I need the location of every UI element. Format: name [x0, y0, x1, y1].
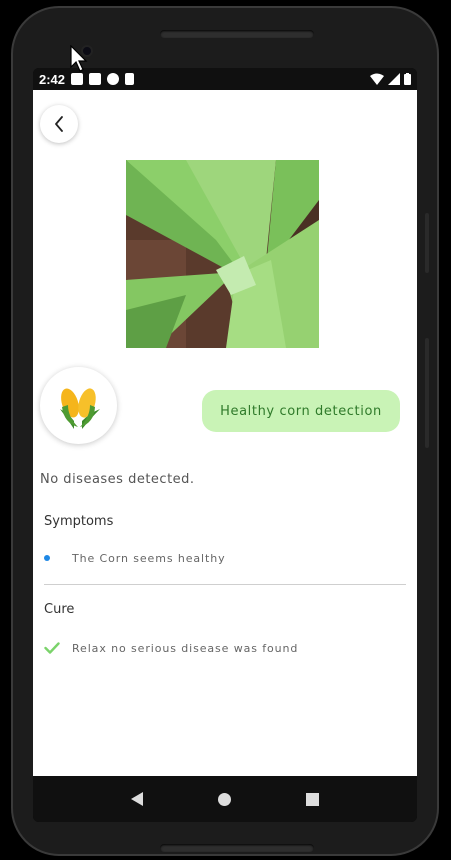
notification-icon	[71, 73, 84, 85]
cure-text: Relax no serious disease was found	[72, 642, 299, 655]
bottom-speaker	[160, 844, 314, 852]
status-bar: 2:42	[33, 68, 417, 90]
nav-home-icon[interactable]	[217, 792, 231, 806]
power-button	[425, 338, 429, 448]
earpiece-speaker	[160, 30, 314, 38]
volume-button	[425, 213, 429, 273]
signal-icon	[388, 73, 400, 85]
nav-back-icon[interactable]	[130, 792, 143, 806]
corn-leaves-image	[126, 160, 319, 348]
notification-icon	[89, 73, 102, 85]
corn-icon	[59, 387, 100, 429]
system-nav-bar	[33, 776, 417, 822]
diagnosis-summary: No diseases detected.	[40, 472, 195, 487]
check-icon	[44, 642, 60, 654]
mouse-cursor-icon	[70, 45, 88, 72]
cure-list-item	[44, 642, 60, 654]
phone-screen: 2:42 Healthy corn detection No diseases …	[33, 68, 417, 822]
symptoms-heading: Symptoms	[44, 514, 114, 529]
battery-icon	[404, 73, 411, 85]
detection-result-label: Healthy corn detection	[220, 403, 382, 419]
symptom-list-item	[44, 552, 50, 564]
detection-result-badge: Healthy corn detection	[202, 390, 400, 432]
wifi-icon	[370, 73, 384, 85]
status-right	[370, 73, 411, 85]
nav-recents-icon[interactable]	[306, 792, 320, 806]
section-divider	[44, 584, 406, 585]
bullet-icon	[44, 555, 50, 561]
cure-heading: Cure	[44, 602, 75, 617]
device-stage: 2:42 Healthy corn detection No diseases …	[0, 0, 451, 860]
symptom-text: The Corn seems healthy	[72, 552, 226, 565]
detection-result-page: Healthy corn detection No diseases detec…	[33, 90, 417, 776]
sd-card-icon	[125, 73, 135, 85]
chevron-left-icon	[55, 116, 63, 132]
status-time: 2:42	[39, 71, 66, 87]
back-button[interactable]	[40, 105, 78, 143]
plant-photo	[126, 160, 319, 348]
app-notification-icon	[107, 73, 120, 85]
crop-avatar	[40, 367, 117, 444]
